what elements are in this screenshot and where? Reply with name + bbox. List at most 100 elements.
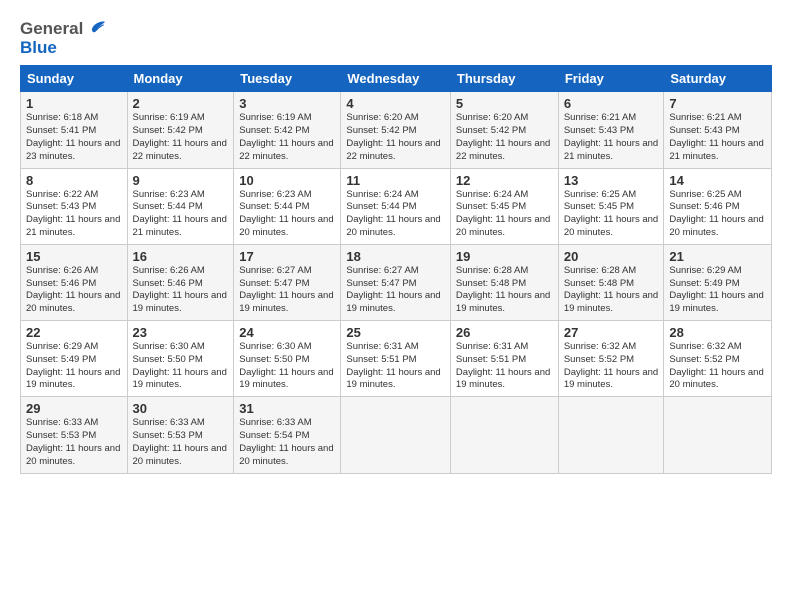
day-info: Sunrise: 6:33 AM Sunset: 5:53 PM Dayligh…	[26, 417, 122, 468]
day-number: 4	[346, 96, 445, 111]
day-number: 5	[456, 96, 553, 111]
day-number: 2	[133, 96, 229, 111]
day-info: Sunrise: 6:25 AM Sunset: 5:45 PM Dayligh…	[564, 189, 659, 240]
day-number: 6	[564, 96, 659, 111]
calendar-table: SundayMondayTuesdayWednesdayThursdayFrid…	[20, 65, 772, 473]
calendar-day-cell: 18Sunrise: 6:27 AM Sunset: 5:47 PM Dayli…	[341, 244, 451, 320]
day-info: Sunrise: 6:23 AM Sunset: 5:44 PM Dayligh…	[239, 189, 335, 240]
day-info: Sunrise: 6:28 AM Sunset: 5:48 PM Dayligh…	[564, 265, 659, 316]
logo: General Blue	[20, 16, 108, 57]
day-number: 31	[239, 401, 335, 416]
logo-bird-icon	[86, 16, 108, 43]
day-info: Sunrise: 6:31 AM Sunset: 5:51 PM Dayligh…	[456, 341, 553, 392]
calendar-day-cell	[558, 397, 664, 473]
day-number: 17	[239, 249, 335, 264]
calendar-day-cell: 10Sunrise: 6:23 AM Sunset: 5:44 PM Dayli…	[234, 168, 341, 244]
calendar-day-cell: 14Sunrise: 6:25 AM Sunset: 5:46 PM Dayli…	[664, 168, 772, 244]
day-info: Sunrise: 6:27 AM Sunset: 5:47 PM Dayligh…	[346, 265, 445, 316]
calendar-day-cell: 8Sunrise: 6:22 AM Sunset: 5:43 PM Daylig…	[21, 168, 128, 244]
calendar-day-cell: 7Sunrise: 6:21 AM Sunset: 5:43 PM Daylig…	[664, 92, 772, 168]
calendar-day-cell: 2Sunrise: 6:19 AM Sunset: 5:42 PM Daylig…	[127, 92, 234, 168]
day-info: Sunrise: 6:21 AM Sunset: 5:43 PM Dayligh…	[564, 112, 659, 163]
calendar-week-row: 1Sunrise: 6:18 AM Sunset: 5:41 PM Daylig…	[21, 92, 772, 168]
day-info: Sunrise: 6:32 AM Sunset: 5:52 PM Dayligh…	[564, 341, 659, 392]
header: General Blue	[20, 16, 772, 57]
day-info: Sunrise: 6:32 AM Sunset: 5:52 PM Dayligh…	[669, 341, 766, 392]
day-number: 24	[239, 325, 335, 340]
calendar-header-cell: Friday	[558, 66, 664, 92]
calendar-week-row: 15Sunrise: 6:26 AM Sunset: 5:46 PM Dayli…	[21, 244, 772, 320]
calendar-day-cell: 20Sunrise: 6:28 AM Sunset: 5:48 PM Dayli…	[558, 244, 664, 320]
calendar-day-cell: 15Sunrise: 6:26 AM Sunset: 5:46 PM Dayli…	[21, 244, 128, 320]
day-number: 20	[564, 249, 659, 264]
day-info: Sunrise: 6:20 AM Sunset: 5:42 PM Dayligh…	[456, 112, 553, 163]
day-number: 21	[669, 249, 766, 264]
day-info: Sunrise: 6:24 AM Sunset: 5:44 PM Dayligh…	[346, 189, 445, 240]
day-info: Sunrise: 6:19 AM Sunset: 5:42 PM Dayligh…	[133, 112, 229, 163]
day-number: 22	[26, 325, 122, 340]
calendar-day-cell	[450, 397, 558, 473]
day-number: 19	[456, 249, 553, 264]
day-number: 30	[133, 401, 229, 416]
day-number: 12	[456, 173, 553, 188]
day-info: Sunrise: 6:33 AM Sunset: 5:54 PM Dayligh…	[239, 417, 335, 468]
day-number: 25	[346, 325, 445, 340]
calendar-day-cell: 22Sunrise: 6:29 AM Sunset: 5:49 PM Dayli…	[21, 321, 128, 397]
calendar-header-row: SundayMondayTuesdayWednesdayThursdayFrid…	[21, 66, 772, 92]
day-number: 8	[26, 173, 122, 188]
day-number: 9	[133, 173, 229, 188]
calendar-day-cell: 1Sunrise: 6:18 AM Sunset: 5:41 PM Daylig…	[21, 92, 128, 168]
day-info: Sunrise: 6:21 AM Sunset: 5:43 PM Dayligh…	[669, 112, 766, 163]
day-info: Sunrise: 6:18 AM Sunset: 5:41 PM Dayligh…	[26, 112, 122, 163]
day-number: 15	[26, 249, 122, 264]
calendar-day-cell: 3Sunrise: 6:19 AM Sunset: 5:42 PM Daylig…	[234, 92, 341, 168]
day-number: 23	[133, 325, 229, 340]
calendar-week-row: 29Sunrise: 6:33 AM Sunset: 5:53 PM Dayli…	[21, 397, 772, 473]
calendar-header-cell: Sunday	[21, 66, 128, 92]
calendar-day-cell: 13Sunrise: 6:25 AM Sunset: 5:45 PM Dayli…	[558, 168, 664, 244]
calendar-day-cell: 17Sunrise: 6:27 AM Sunset: 5:47 PM Dayli…	[234, 244, 341, 320]
day-number: 7	[669, 96, 766, 111]
calendar-week-row: 22Sunrise: 6:29 AM Sunset: 5:49 PM Dayli…	[21, 321, 772, 397]
day-number: 26	[456, 325, 553, 340]
calendar-day-cell: 12Sunrise: 6:24 AM Sunset: 5:45 PM Dayli…	[450, 168, 558, 244]
calendar-day-cell: 31Sunrise: 6:33 AM Sunset: 5:54 PM Dayli…	[234, 397, 341, 473]
page: General Blue SundayMondayTuesdayWednesda…	[0, 0, 792, 612]
day-number: 11	[346, 173, 445, 188]
calendar-day-cell: 30Sunrise: 6:33 AM Sunset: 5:53 PM Dayli…	[127, 397, 234, 473]
day-info: Sunrise: 6:19 AM Sunset: 5:42 PM Dayligh…	[239, 112, 335, 163]
day-info: Sunrise: 6:26 AM Sunset: 5:46 PM Dayligh…	[133, 265, 229, 316]
calendar-header-cell: Tuesday	[234, 66, 341, 92]
calendar-day-cell: 16Sunrise: 6:26 AM Sunset: 5:46 PM Dayli…	[127, 244, 234, 320]
calendar-day-cell	[664, 397, 772, 473]
logo-general-text: General	[20, 20, 83, 39]
calendar-day-cell: 25Sunrise: 6:31 AM Sunset: 5:51 PM Dayli…	[341, 321, 451, 397]
day-info: Sunrise: 6:29 AM Sunset: 5:49 PM Dayligh…	[26, 341, 122, 392]
day-info: Sunrise: 6:28 AM Sunset: 5:48 PM Dayligh…	[456, 265, 553, 316]
calendar-day-cell: 26Sunrise: 6:31 AM Sunset: 5:51 PM Dayli…	[450, 321, 558, 397]
calendar-day-cell: 29Sunrise: 6:33 AM Sunset: 5:53 PM Dayli…	[21, 397, 128, 473]
calendar-day-cell: 24Sunrise: 6:30 AM Sunset: 5:50 PM Dayli…	[234, 321, 341, 397]
calendar-week-row: 8Sunrise: 6:22 AM Sunset: 5:43 PM Daylig…	[21, 168, 772, 244]
day-number: 28	[669, 325, 766, 340]
calendar-day-cell: 6Sunrise: 6:21 AM Sunset: 5:43 PM Daylig…	[558, 92, 664, 168]
day-number: 14	[669, 173, 766, 188]
day-number: 16	[133, 249, 229, 264]
calendar-header-cell: Saturday	[664, 66, 772, 92]
day-info: Sunrise: 6:25 AM Sunset: 5:46 PM Dayligh…	[669, 189, 766, 240]
calendar-day-cell: 23Sunrise: 6:30 AM Sunset: 5:50 PM Dayli…	[127, 321, 234, 397]
calendar-day-cell: 11Sunrise: 6:24 AM Sunset: 5:44 PM Dayli…	[341, 168, 451, 244]
calendar-header-cell: Monday	[127, 66, 234, 92]
day-info: Sunrise: 6:26 AM Sunset: 5:46 PM Dayligh…	[26, 265, 122, 316]
day-info: Sunrise: 6:31 AM Sunset: 5:51 PM Dayligh…	[346, 341, 445, 392]
day-info: Sunrise: 6:27 AM Sunset: 5:47 PM Dayligh…	[239, 265, 335, 316]
calendar-header-cell: Wednesday	[341, 66, 451, 92]
day-info: Sunrise: 6:22 AM Sunset: 5:43 PM Dayligh…	[26, 189, 122, 240]
day-info: Sunrise: 6:20 AM Sunset: 5:42 PM Dayligh…	[346, 112, 445, 163]
calendar-day-cell: 28Sunrise: 6:32 AM Sunset: 5:52 PM Dayli…	[664, 321, 772, 397]
day-info: Sunrise: 6:29 AM Sunset: 5:49 PM Dayligh…	[669, 265, 766, 316]
day-info: Sunrise: 6:33 AM Sunset: 5:53 PM Dayligh…	[133, 417, 229, 468]
day-number: 3	[239, 96, 335, 111]
day-info: Sunrise: 6:23 AM Sunset: 5:44 PM Dayligh…	[133, 189, 229, 240]
day-info: Sunrise: 6:24 AM Sunset: 5:45 PM Dayligh…	[456, 189, 553, 240]
